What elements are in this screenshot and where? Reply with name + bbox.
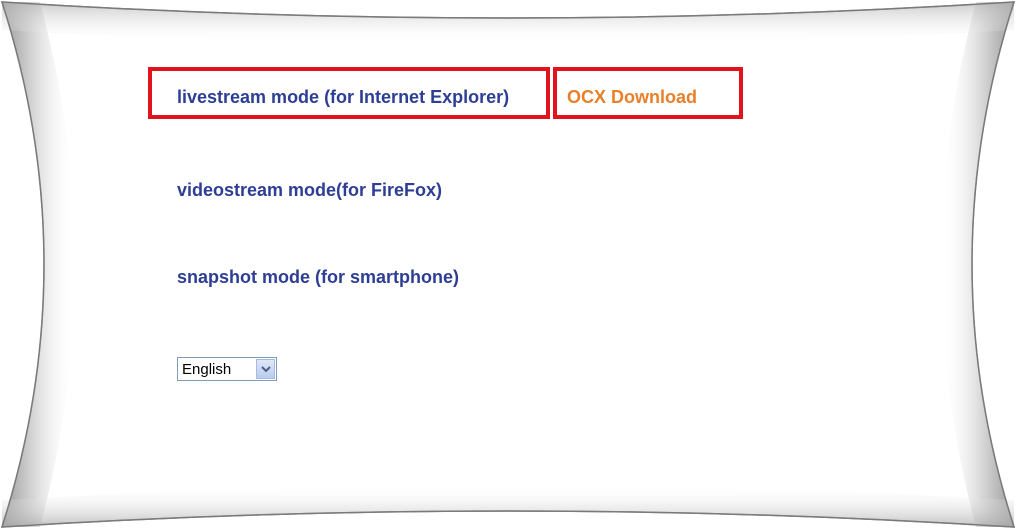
- snapshot-mode-link[interactable]: snapshot mode (for smartphone): [177, 267, 459, 288]
- mode-links-area: livestream mode (for Internet Explorer) …: [0, 0, 1016, 529]
- language-select[interactable]: English: [177, 357, 277, 381]
- videostream-mode-link[interactable]: videostream mode(for FireFox): [177, 180, 442, 201]
- chevron-down-icon[interactable]: [256, 359, 275, 379]
- page-canvas: livestream mode (for Internet Explorer) …: [0, 0, 1016, 529]
- livestream-mode-link[interactable]: livestream mode (for Internet Explorer): [177, 87, 509, 108]
- ocx-download-link[interactable]: OCX Download: [567, 87, 697, 108]
- language-select-value: English: [182, 360, 232, 378]
